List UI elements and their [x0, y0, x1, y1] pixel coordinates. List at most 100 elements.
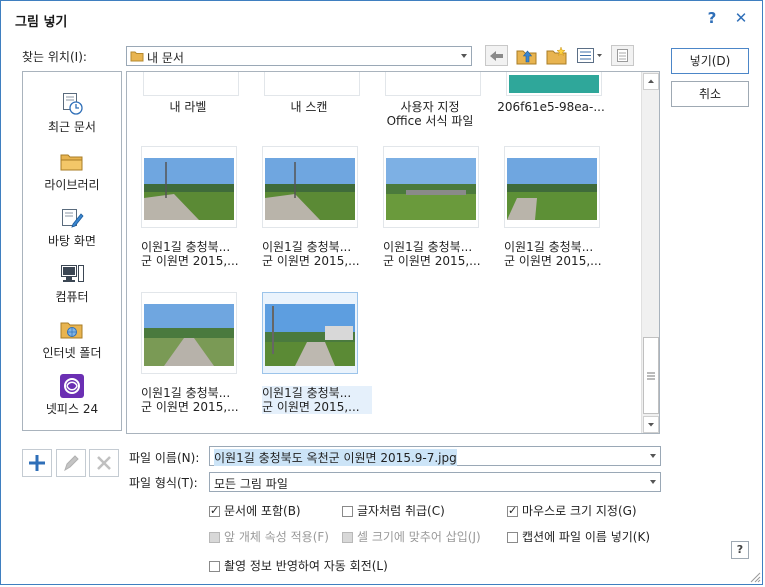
up-folder-button[interactable]	[515, 45, 539, 67]
place-library[interactable]: 라이브러리	[23, 150, 121, 193]
view-list-icon	[577, 48, 602, 63]
scroll-down-arrow-icon	[648, 423, 654, 427]
place-recent-documents[interactable]: 최근 문서	[23, 92, 121, 135]
places-bar: 최근 문서 라이브러리 바탕 화면 컴퓨터 인터넷 폴더 넷피스 24	[22, 71, 122, 431]
image-thumbnail	[141, 292, 237, 374]
place-label: 인터넷 폴더	[42, 346, 102, 360]
checkbox-label: 앞 개체 속성 적용(F)	[224, 530, 329, 544]
file-caption: 이원1길 충청북... 군 이원면 2015,...	[262, 240, 360, 268]
file-caption: 이원1길 충청북... 군 이원면 2015,...	[141, 386, 239, 414]
checkbox-box[interactable]	[209, 561, 220, 572]
preview-button[interactable]	[611, 45, 635, 67]
checkbox-box[interactable]	[507, 532, 518, 543]
help-button[interactable]: ?	[701, 7, 723, 29]
checkbox-label: 캡션에 파일 이름 넣기(K)	[522, 530, 651, 544]
back-button[interactable]	[485, 45, 509, 67]
file-caption: 이원1길 충청북... 군 이원면 2015,...	[262, 386, 372, 414]
place-desktop[interactable]: 바탕 화면	[23, 206, 121, 249]
checkbox-label: 마우스로 크기 지정(G)	[522, 504, 637, 518]
image-thumbnail	[262, 146, 358, 228]
checkbox-label: 촬영 정보 반영하여 자동 회전(L)	[224, 559, 388, 573]
file-caption: 내 라벨	[169, 100, 207, 114]
scroll-down-button[interactable]	[643, 416, 659, 433]
checkbox-box[interactable]	[507, 504, 518, 517]
title-bar: 그림 넣기 ? ✕	[1, 1, 762, 35]
checkbox-box[interactable]	[209, 504, 220, 517]
look-in-label: 찾는 위치(I):	[22, 50, 87, 64]
checkbox-box[interactable]	[342, 532, 353, 543]
plus-icon	[29, 455, 45, 471]
file-caption: 이원1길 충청북... 군 이원면 2015,...	[504, 240, 602, 268]
delete-button[interactable]	[89, 449, 119, 477]
landscape-photo	[507, 158, 597, 220]
caption-filename-checkbox[interactable]: 캡션에 파일 이름 넣기(K)	[507, 528, 650, 545]
close-button[interactable]: ✕	[730, 7, 752, 29]
chevron-down-icon[interactable]	[650, 480, 656, 484]
view-menu-button[interactable]	[575, 45, 605, 67]
image-thumbnail	[506, 72, 602, 96]
auto-rotate-checkbox[interactable]: 촬영 정보 반영하여 자동 회전(L)	[209, 557, 388, 574]
recent-documents-icon	[63, 93, 83, 115]
file-list[interactable]: 내 라벨 내 스캔 사용자 지정 Office 서식 파일 206f61e5-98…	[126, 71, 660, 434]
look-in-combo[interactable]: 내 문서	[126, 46, 472, 66]
place-computer[interactable]: 컴퓨터	[23, 262, 121, 305]
cancel-button[interactable]: 취소	[671, 81, 749, 107]
filename-value[interactable]: 이원1길 충청북도 옥천군 이원면 2015.9-7.jpg	[214, 449, 457, 466]
look-in-value: 내 문서	[147, 51, 184, 65]
up-folder-icon	[516, 50, 537, 65]
computer-icon	[61, 265, 84, 282]
filetype-combo[interactable]: 모든 그림 파일	[209, 472, 661, 492]
filetype-label: 파일 형식(T):	[129, 476, 198, 490]
landscape-photo	[265, 304, 355, 366]
file-caption: 이원1길 충청북... 군 이원면 2015,...	[141, 240, 239, 268]
place-label: 컴퓨터	[55, 290, 89, 304]
place-internet-folder[interactable]: 인터넷 폴더	[23, 318, 121, 361]
fit-cell-checkbox[interactable]: 셀 크기에 맞추어 삽입(J)	[342, 528, 481, 545]
edit-button[interactable]	[56, 449, 86, 477]
folder-thumbnail	[143, 72, 239, 96]
include-in-document-checkbox[interactable]: 문서에 포함(B)	[209, 502, 301, 519]
vertical-scrollbar[interactable]	[641, 72, 659, 433]
netffice-icon	[60, 374, 84, 398]
place-label: 바탕 화면	[48, 234, 96, 248]
scroll-up-button[interactable]	[643, 73, 659, 90]
new-folder-button[interactable]	[545, 45, 569, 67]
checkbox-label: 글자처럼 취급(C)	[357, 504, 445, 518]
landscape-photo	[386, 158, 476, 220]
preview-icon	[611, 45, 634, 66]
help-question-button[interactable]: ?	[731, 541, 749, 559]
insert-picture-dialog: 그림 넣기 ? ✕ 찾는 위치(I): 내 문서 넣기(D) 취소 최근 문서 …	[0, 0, 763, 585]
chevron-down-icon[interactable]	[461, 54, 467, 58]
checkbox-box[interactable]	[342, 506, 353, 517]
apply-previous-props-checkbox[interactable]: 앞 개체 속성 적용(F)	[209, 528, 329, 545]
place-netffice[interactable]: 넷피스 24	[23, 374, 121, 417]
treat-as-char-checkbox[interactable]: 글자처럼 취급(C)	[342, 502, 445, 519]
internet-folder-icon	[60, 322, 83, 339]
dialog-title: 그림 넣기	[15, 15, 68, 30]
folder-thumbnail	[385, 72, 481, 96]
folder-icon	[130, 51, 144, 62]
file-caption: 이원1길 충청북... 군 이원면 2015,...	[383, 240, 481, 268]
file-caption: 내 스캔	[290, 100, 328, 114]
place-label: 넷피스 24	[45, 402, 99, 416]
scroll-thumb[interactable]	[643, 337, 659, 414]
x-icon	[97, 456, 111, 470]
mouse-size-checkbox[interactable]: 마우스로 크기 지정(G)	[507, 502, 637, 519]
filename-combo[interactable]: 이원1길 충청북도 옥천군 이원면 2015.9-7.jpg	[209, 446, 661, 466]
library-folder-icon	[60, 154, 83, 171]
add-button[interactable]	[22, 449, 52, 477]
checkbox-label: 문서에 포함(B)	[224, 504, 301, 518]
folder-thumbnail	[264, 72, 360, 96]
filename-label: 파일 이름(N):	[129, 451, 200, 465]
back-arrow-icon	[485, 45, 508, 66]
resize-grip-icon[interactable]	[749, 571, 761, 583]
new-folder-icon	[546, 46, 567, 65]
file-caption: 사용자 지정 Office 서식 파일	[386, 100, 474, 128]
insert-button[interactable]: 넣기(D)	[671, 48, 749, 74]
image-thumbnail	[504, 146, 600, 228]
scroll-grip-icon	[647, 372, 655, 380]
landscape-photo	[144, 158, 234, 220]
chevron-down-icon[interactable]	[650, 454, 656, 458]
checkbox-box[interactable]	[209, 532, 220, 543]
place-label: 최근 문서	[48, 120, 96, 134]
